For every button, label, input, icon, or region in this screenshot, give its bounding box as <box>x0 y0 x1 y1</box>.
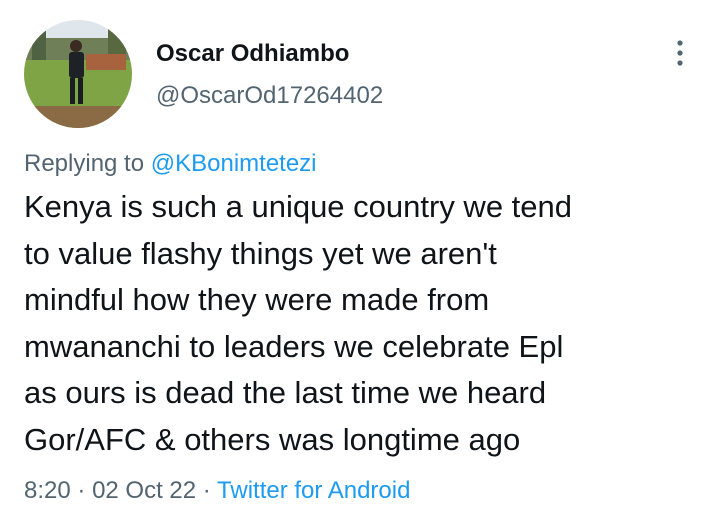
more-vertical-icon <box>677 40 683 66</box>
author-display-name[interactable]: Oscar Odhiambo <box>156 40 349 68</box>
meta-separator: · <box>77 477 86 504</box>
tweet-text-line: mindful how they were made from <box>24 282 490 317</box>
tweet-date[interactable]: 02 Oct 22 <box>92 477 196 504</box>
tweet-source-link[interactable]: Twitter for Android <box>217 477 410 504</box>
tweet-time[interactable]: 8:20 <box>24 477 71 504</box>
tweet-text-line: Gor/AFC & others was longtime ago <box>24 421 521 457</box>
tweet-text-line: to value flashy things yet we aren't <box>24 235 497 271</box>
reply-mention-link[interactable]: @KBonimtetezi <box>151 150 317 177</box>
profile-photo <box>24 20 132 128</box>
tweet-text-line: mwananchi to leaders we celebrate Epl <box>24 328 564 364</box>
tweet-text-line: Kenya is such a unique country we tend <box>24 189 573 224</box>
author-handle[interactable]: @OscarOd17264402 <box>156 82 383 110</box>
tweet-text-line: as ours is dead the last time we heard <box>24 375 547 410</box>
replying-to: Replying to @KBonimtetezi <box>24 150 317 178</box>
avatar[interactable] <box>24 20 132 128</box>
tweet-meta: 8:20 · 02 Oct 22 · Twitter for Android <box>24 477 410 505</box>
replying-to-label: Replying to <box>24 150 145 177</box>
tweet-text: Kenya is such a unique country we tend t… <box>24 184 704 463</box>
meta-separator: · <box>202 477 211 504</box>
more-options-button[interactable] <box>664 36 696 70</box>
